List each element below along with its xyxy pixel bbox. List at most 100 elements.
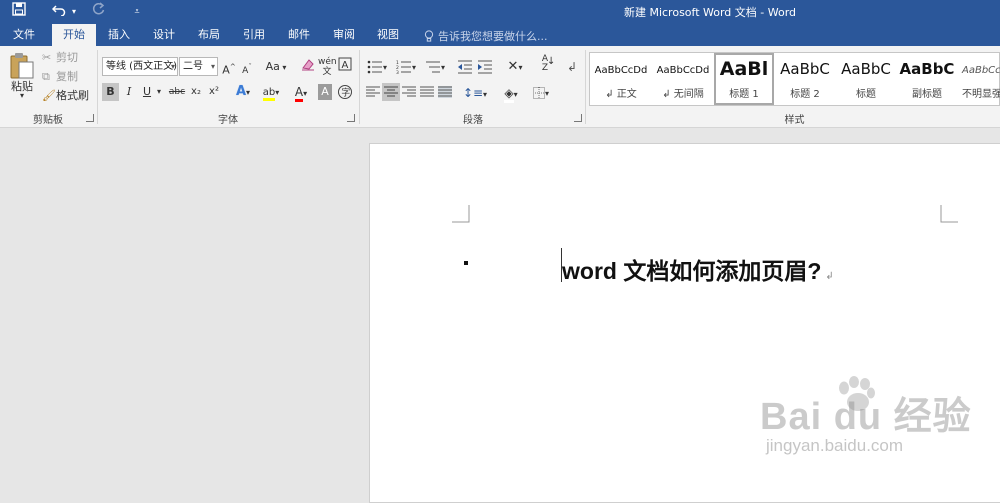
multilevel-list-icon [425,61,440,73]
svg-text:A: A [342,60,349,71]
tab-home[interactable]: 开始 [52,24,96,46]
svg-text:3: 3 [396,70,399,74]
align-right-icon[interactable] [400,83,418,101]
tab-insert[interactable]: 插入 [98,24,140,46]
multilevel-list-button[interactable]: ▾ [422,57,448,77]
distributed-icon[interactable] [436,83,454,101]
superscript-button[interactable]: x² [206,83,222,101]
style-heading-2[interactable]: AaBbC 标题 2 [774,53,836,105]
cut-button[interactable]: ✂ 剪切 [42,50,90,66]
bullets-button[interactable]: ▾ [364,57,390,77]
style-heading-1[interactable]: AaBl 标题 1 [714,53,774,105]
style-name: 不明显强 [962,89,1000,100]
chevron-down-icon: ▾ [210,62,215,71]
tab-file[interactable]: 文件 [0,24,48,46]
redo-icon[interactable] [90,2,108,22]
style-sample: AaBl [719,58,769,80]
change-case-icon: Aa [265,60,280,73]
font-name-select[interactable]: 等线 (西文正文) ▾ [102,57,178,76]
font-size-value: 二号 [183,61,203,72]
undo-icon[interactable] [50,2,68,22]
clear-formatting-icon[interactable] [300,57,316,77]
style-name: ↲ 无间隔 [662,89,704,100]
paste-button[interactable]: 粘贴 ▾ [6,50,38,100]
style-normal[interactable]: AaBbCcDd ↲ 正文 [590,53,652,105]
subscript-button[interactable]: x₂ [188,83,204,101]
chinese-layout-button[interactable]: ✕▾ [502,57,528,77]
grow-font-button[interactable]: A^ [222,57,236,77]
font-group-label: 字体 [218,115,238,126]
margin-corner-mark [452,205,470,223]
tab-view[interactable]: 视图 [366,24,410,46]
paragraph-mark-icon: ↲ [825,271,834,282]
decrease-indent-icon[interactable] [456,57,474,77]
undo-dropdown-icon[interactable]: ▾ [69,2,79,22]
tab-references[interactable]: 引用 [232,24,276,46]
style-name: 标题 2 [790,89,820,100]
style-subtle-emphasis[interactable]: AaBbCcI 不明显强 [958,53,1000,105]
enclose-char-circle-icon[interactable]: 字 [336,83,354,101]
numbering-button[interactable]: 1 2 3 ▾ [393,57,419,77]
paragraph-shading-button[interactable]: ◈▾ [498,83,524,103]
tab-design[interactable]: 设计 [142,24,186,46]
tell-me-box[interactable]: 告诉我您想要做什么... [424,28,548,44]
phonetic-guide-icon[interactable]: wén 文 [318,57,337,77]
style-sample: AaBbC [780,60,830,78]
paragraph-group-label: 段落 [463,115,483,126]
increase-indent-icon[interactable] [476,57,494,77]
underline-dropdown-icon[interactable]: ▾ [155,83,163,101]
highlighter-icon: ab [262,87,276,101]
font-size-select[interactable]: 二号 ▾ [179,57,218,76]
justify-icon[interactable] [418,83,436,101]
style-title[interactable]: AaBbC 标题 [836,53,896,105]
document-heading[interactable]: word 文档如何添加页眉? ↲ [562,252,834,286]
tell-me-placeholder: 告诉我您想要做什么... [438,30,548,43]
borders-button[interactable]: ▾ [528,83,554,101]
copy-button[interactable]: ⧉ 复制 [42,69,90,85]
highlight-button[interactable]: ab▾ [258,83,284,101]
svg-text:字: 字 [341,87,350,99]
tab-review[interactable]: 审阅 [322,24,366,46]
style-no-spacing[interactable]: AaBbCcDd ↲ 无间隔 [652,53,714,105]
bold-button[interactable]: B [102,83,119,101]
format-painter-button[interactable]: 🖌格式刷 [42,88,94,104]
copy-label: 复制 [56,70,78,83]
show-marks-icon[interactable]: ↲ [564,57,580,77]
character-shading-icon[interactable]: A [318,84,332,100]
ribbon-home: 粘贴 ▾ ✂ 剪切 ⧉ 复制 🖌格式刷 剪贴板 等线 (西文正文) ▾ 二号 ▾ A^ … [0,46,1000,128]
save-icon[interactable] [8,2,30,22]
text-effects-button[interactable]: A▾ [232,83,254,101]
document-page[interactable]: word 文档如何添加页眉? ↲ [369,143,1000,503]
tab-layout[interactable]: 布局 [188,24,230,46]
align-center-icon[interactable] [382,83,400,101]
chinese-layout-icon: ✕ [507,59,519,74]
copy-icon: ⧉ [42,70,50,83]
grow-font-icon: A [222,63,230,77]
style-name: ↲ 正文 [605,89,637,100]
chevron-down-icon: ▾ [170,62,175,71]
shrink-font-button[interactable]: Aˇ [240,57,254,77]
style-subtitle[interactable]: AaBbC 副标题 [896,53,958,105]
align-left-icon[interactable] [364,83,382,101]
font-launcher-icon[interactable] [347,114,355,122]
ribbon-tabs: 文件 开始 插入 设计 布局 引用 邮件 审阅 视图 告诉我您想要做什么... [0,24,1000,46]
watermark-logo: Bai du 经验 [760,396,972,438]
strikethrough-button[interactable]: abc [166,83,188,101]
customize-qat-icon[interactable]: ⩡ [130,2,144,22]
watermark-url: jingyan.baidu.com [766,436,904,455]
style-name: 标题 [856,89,876,100]
italic-button[interactable]: I [121,83,137,101]
text-effects-icon: A [235,84,247,99]
change-case-button[interactable]: Aa ▾ [262,57,290,77]
paragraph-launcher-icon[interactable] [574,114,582,122]
underline-button[interactable]: U [139,83,155,101]
tab-mailings[interactable]: 邮件 [278,24,320,46]
style-sample: AaBbCcI [962,65,1000,76]
clipboard-launcher-icon[interactable] [86,114,94,122]
paste-dropdown-icon: ▾ [19,91,24,100]
font-color-button[interactable]: A▾ [288,83,314,102]
styles-gallery: AaBbCcDd ↲ 正文 AaBbCcDd ↲ 无间隔 AaBl 标题 1 A… [589,52,1000,106]
sort-icon[interactable]: A Z ↓ [536,55,555,75]
enclose-characters-icon[interactable]: A [338,57,352,77]
line-spacing-button[interactable]: ↕≡▾ [462,83,488,101]
